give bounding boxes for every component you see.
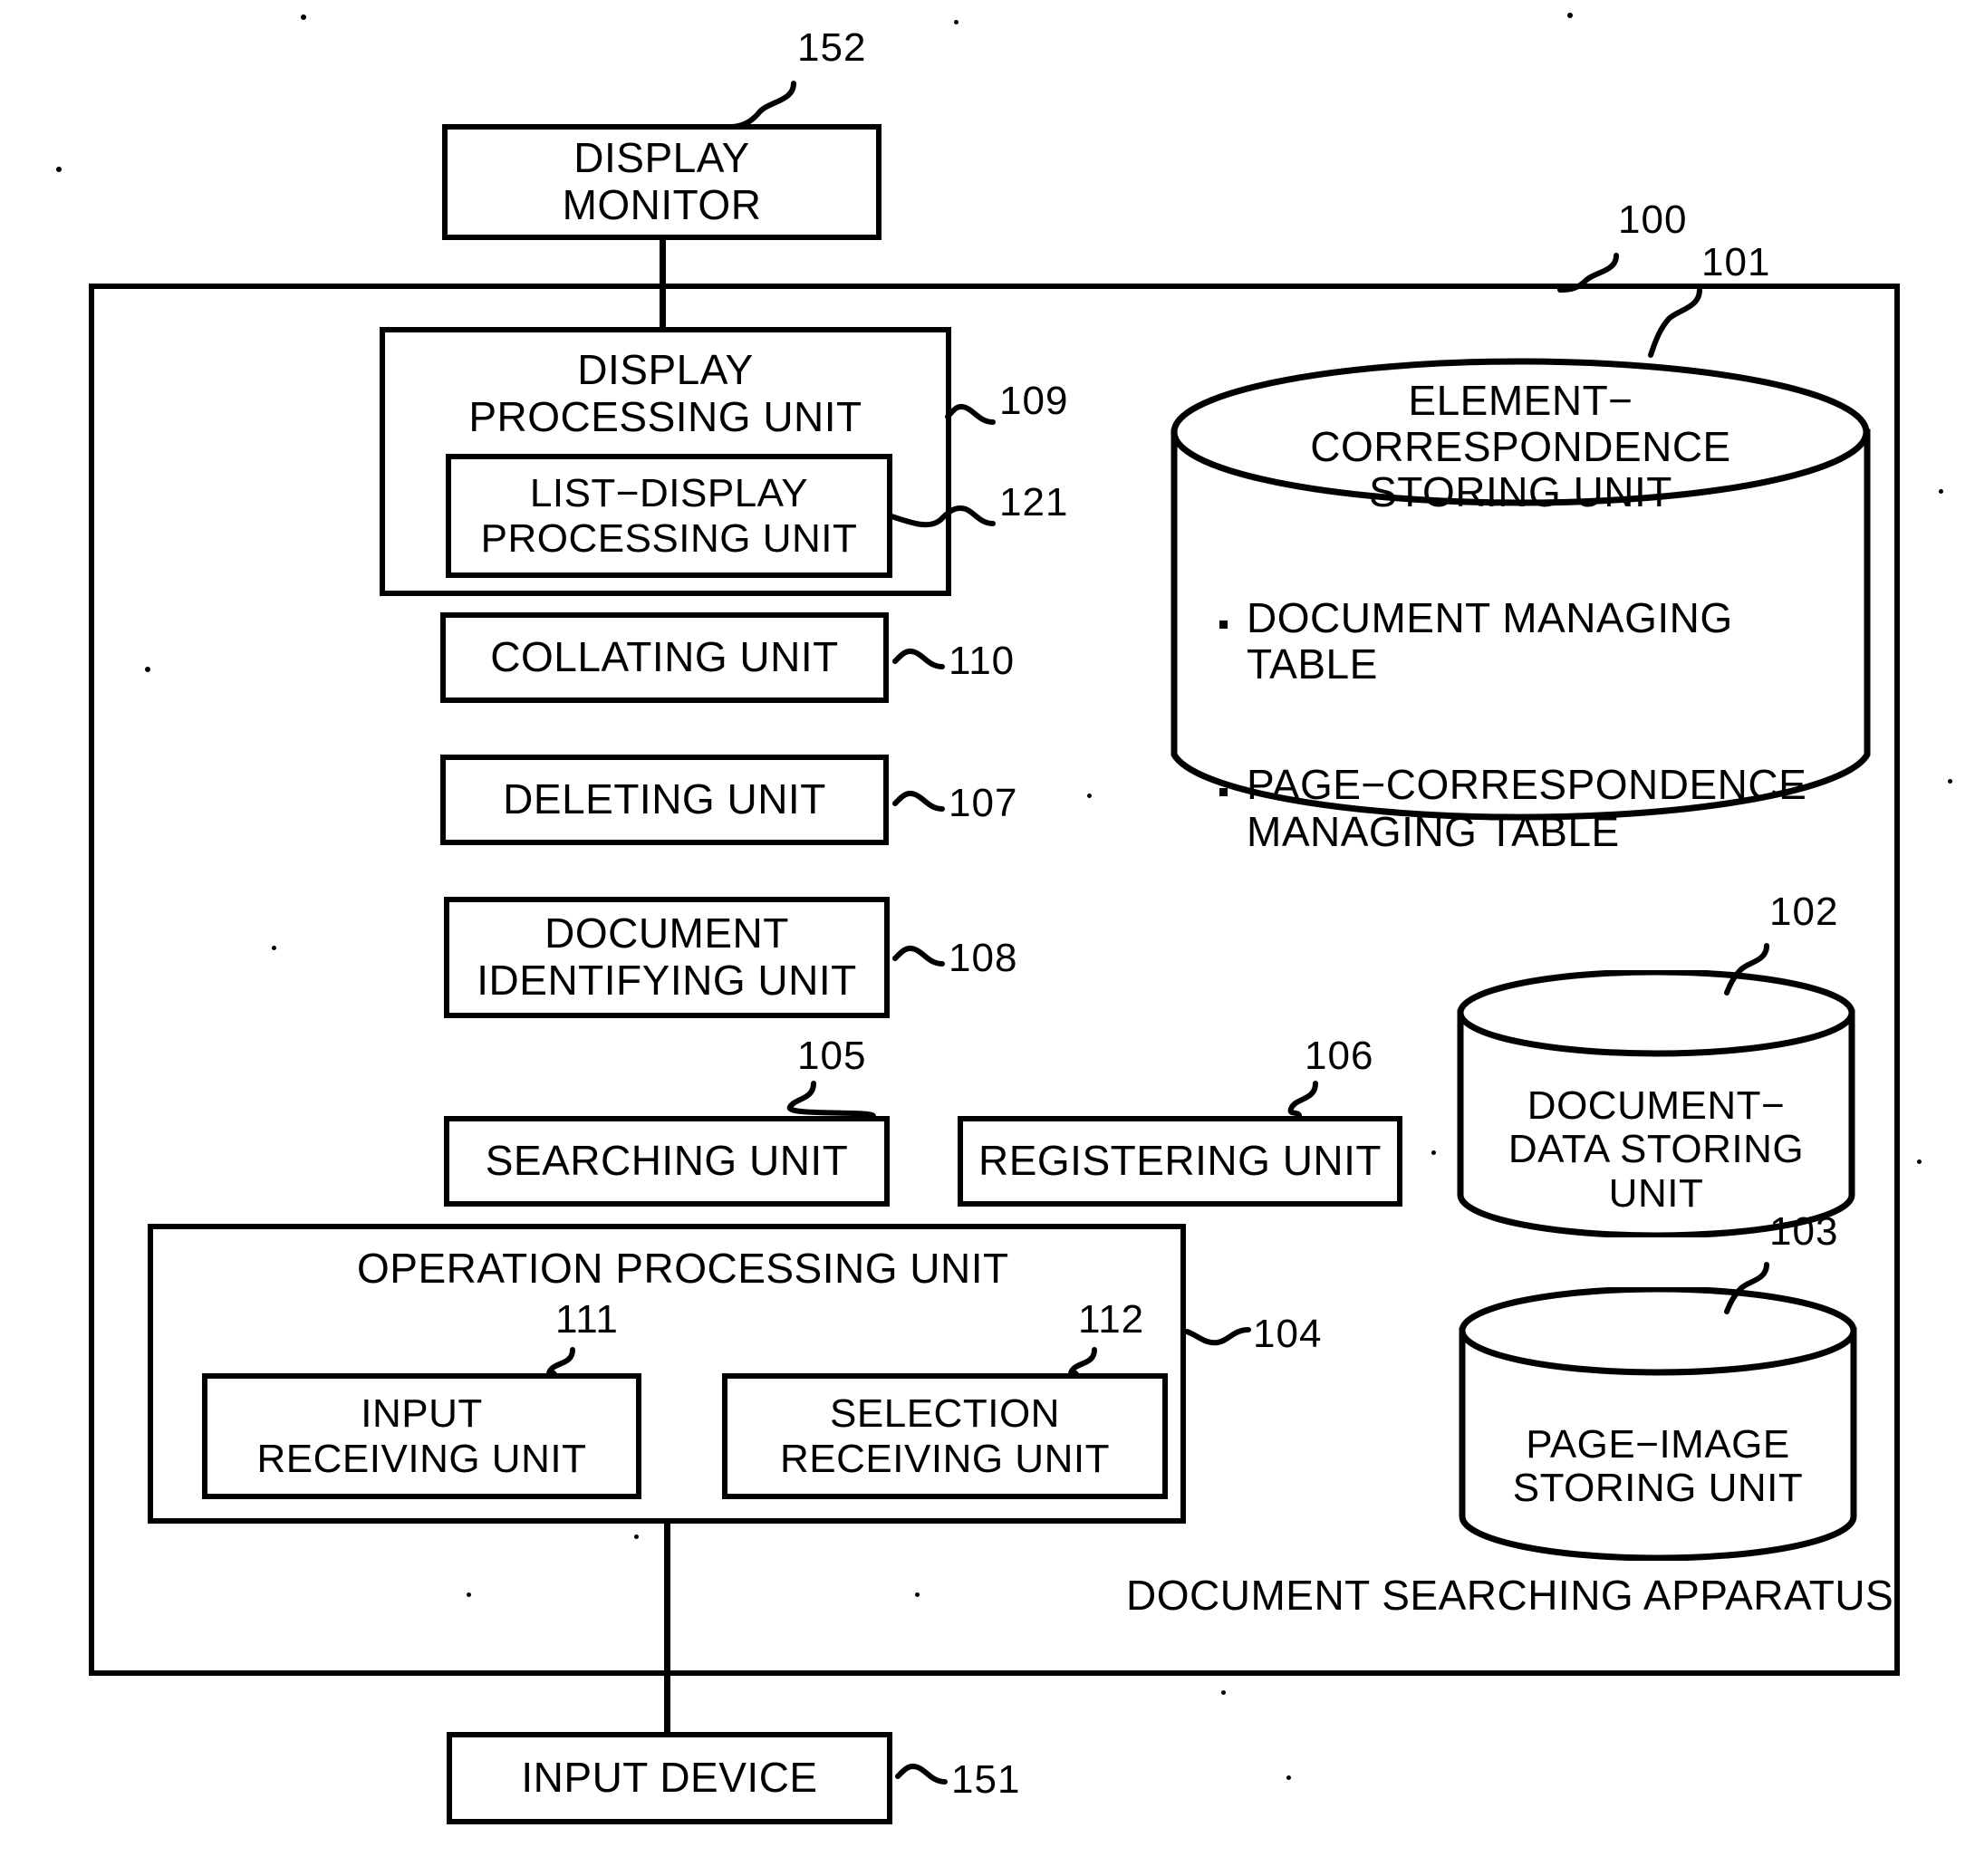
store-document-data-label: DOCUMENT− DATA STORING UNIT [1508,1083,1805,1216]
ref-label-112: 112 [1078,1297,1145,1342]
scan-speck [1087,794,1092,798]
ref-label-100: 100 [1618,197,1688,242]
block-list-display-processing-unit: LIST−DISPLAY PROCESSING UNIT [446,454,892,578]
ref-label-151: 151 [951,1757,1021,1802]
block-document-identifying-unit-label: DOCUMENT IDENTIFYING UNIT [477,909,857,1004]
store-page-image: PAGE−IMAGE STORING UNIT [1458,1287,1858,1561]
store-document-data: DOCUMENT− DATA STORING UNIT [1456,970,1856,1237]
scan-speck [301,14,306,20]
block-collating-unit-label: COLLATING UNIT [490,633,839,681]
scan-speck [1286,1775,1291,1780]
ref-label-109: 109 [999,379,1069,423]
scan-speck [1939,489,1943,494]
block-display-monitor-label: DISPLAY MONITOR [562,134,762,228]
ref-label-110: 110 [949,639,1016,683]
scan-speck [1948,779,1952,784]
ref-label-111: 111 [555,1297,619,1342]
patent-figure-canvas: 152 DISPLAY MONITOR 100 DOCUMENT SEARCHI… [0,0,1975,1876]
block-input-device: INPUT DEVICE [447,1732,892,1824]
store-element-correspondence-label: ELEMENT− CORRESPONDENCE STORING UNIT [1310,377,1731,516]
block-list-display-processing-unit-label: LIST−DISPLAY PROCESSING UNIT [480,471,858,561]
ref-label-107: 107 [949,781,1018,825]
block-searching-unit-label: SEARCHING UNIT [485,1137,849,1185]
ref-label-121: 121 [999,480,1069,524]
block-deleting-unit: DELETING UNIT [440,755,889,845]
ref-label-105: 105 [797,1034,867,1078]
block-registering-unit: REGISTERING UNIT [958,1116,1402,1207]
scan-speck [272,946,276,950]
block-display-processing-unit-label: DISPLAY PROCESSING UNIT [468,346,862,440]
ref-label-108: 108 [949,936,1018,980]
ref-label-101: 101 [1701,240,1771,284]
store-element-correspondence-items: DOCUMENT MANAGING TABLE PAGE−CORRESPONDE… [1212,548,1851,902]
scan-speck [1567,13,1573,18]
scan-speck [915,1592,920,1597]
scan-speck [467,1592,471,1597]
apparatus-title: DOCUMENT SEARCHING APPARATUS [1126,1572,1894,1619]
ref-label-104: 104 [1253,1312,1323,1356]
block-registering-unit-label: REGISTERING UNIT [978,1137,1382,1185]
scan-speck [145,667,150,672]
scan-speck [1431,1150,1436,1155]
store-item-document-managing-table: DOCUMENT MANAGING TABLE [1212,594,1851,688]
scan-speck [1917,1159,1922,1164]
block-selection-receiving-unit: SELECTION RECEIVING UNIT [722,1373,1168,1499]
store-element-correspondence: ELEMENT− CORRESPONDENCE STORING UNIT DOC… [1169,356,1873,854]
ref-label-106: 106 [1305,1034,1374,1078]
scan-speck [954,20,959,24]
ref-label-152: 152 [797,25,867,70]
block-selection-receiving-unit-label: SELECTION RECEIVING UNIT [780,1391,1110,1481]
block-operation-processing-unit-label: OPERATION PROCESSING UNIT [357,1245,1009,1292]
ref-label-103: 103 [1769,1209,1839,1254]
store-item-page-correspondence-managing-table: PAGE−CORRESPONDENCE MANAGING TABLE [1212,761,1851,855]
store-page-image-label: PAGE−IMAGE STORING UNIT [1512,1422,1804,1511]
connector-operation-to-input-device [664,1524,670,1734]
block-deleting-unit-label: DELETING UNIT [503,775,826,823]
block-collating-unit: COLLATING UNIT [440,612,889,703]
scan-speck [634,1534,639,1539]
scan-speck [56,167,62,172]
block-input-device-label: INPUT DEVICE [521,1754,818,1802]
block-display-monitor: DISPLAY MONITOR [442,124,882,240]
ref-label-102: 102 [1769,890,1839,934]
block-searching-unit: SEARCHING UNIT [444,1116,890,1207]
block-input-receiving-unit: INPUT RECEIVING UNIT [202,1373,641,1499]
block-input-receiving-unit-label: INPUT RECEIVING UNIT [256,1391,587,1481]
block-document-identifying-unit: DOCUMENT IDENTIFYING UNIT [444,897,890,1018]
scan-speck [1221,1690,1226,1695]
